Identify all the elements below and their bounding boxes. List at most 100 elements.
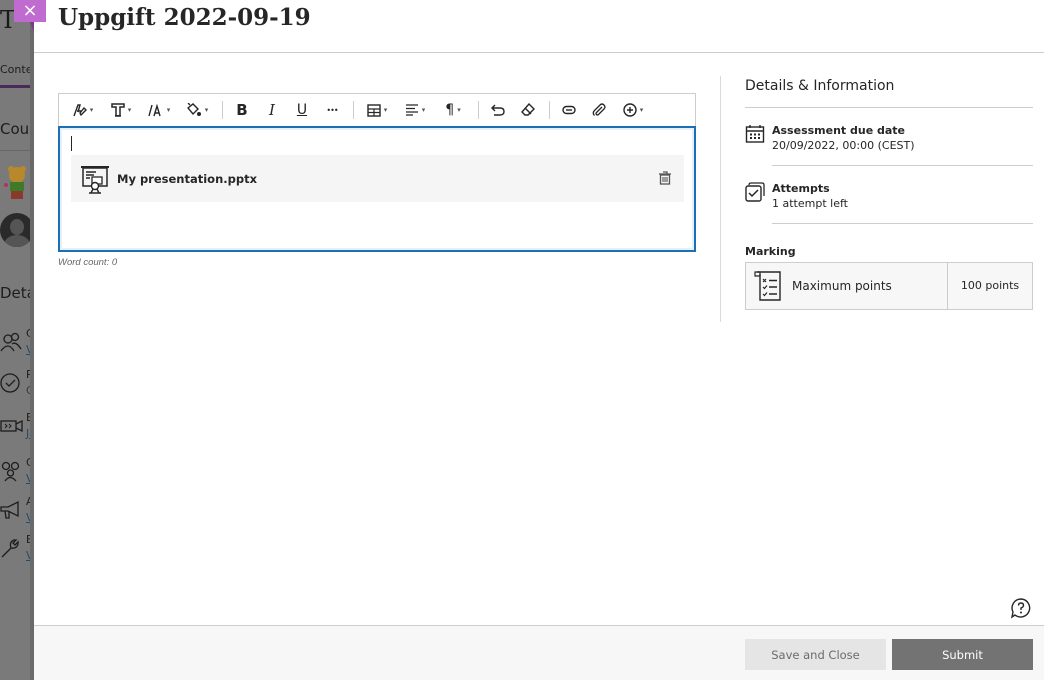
attempts-value: 1 attempt left	[772, 197, 848, 210]
marking-box: Maximum points 100 points	[745, 262, 1033, 310]
word-count: Word count: 0	[58, 257, 118, 268]
presentation-icon	[81, 165, 109, 194]
pilcrow-icon: ¶	[445, 102, 455, 118]
checklist-icon	[754, 271, 781, 301]
due-date-value: 20/09/2022, 00:00 (CEST)	[772, 139, 915, 152]
eraser-icon	[521, 103, 535, 116]
background-item-collaborate: B Jo	[0, 411, 34, 451]
align-icon	[405, 104, 418, 116]
chevron-down-icon: ▾	[639, 106, 644, 114]
paperclip-icon	[592, 103, 606, 116]
background-tab-content: Conten	[0, 63, 34, 76]
toolbar-separator	[353, 101, 354, 119]
due-date-label: Assessment due date	[772, 124, 906, 137]
details-sidebar: Details & Information Assessment due dat…	[745, 78, 1033, 310]
italic-icon: I	[269, 101, 275, 119]
attempts-label: Attempts	[772, 182, 830, 195]
insert-content-button[interactable]: ▾	[615, 98, 651, 122]
divider	[772, 223, 1033, 224]
insert-link-button[interactable]	[555, 98, 583, 122]
attempts-row: Attempts 1 attempt left	[745, 166, 1033, 224]
background-tab-underline	[0, 85, 34, 88]
paint-bucket-icon	[186, 103, 201, 116]
submit-button[interactable]: Submit	[892, 639, 1033, 670]
background-course-heading: Cour	[0, 120, 34, 138]
checkbox-stack-icon	[745, 182, 765, 202]
marking-label: Marking	[745, 245, 796, 258]
background-course-page: T Conten Cour Deta C V P O B Jo G V A V …	[0, 0, 34, 680]
chevron-down-icon: ▾	[89, 106, 94, 114]
wrench-icon	[1, 539, 19, 558]
attach-file-button[interactable]	[585, 98, 613, 122]
panel-footer: Save and Close Submit	[34, 625, 1044, 680]
text-format-button[interactable]: ▾	[103, 98, 139, 122]
font-size-icon	[148, 103, 161, 117]
editor-content-area[interactable]: My presentation.pptx	[58, 126, 696, 252]
panel-header: Uppgift 2022-09-19	[34, 0, 1044, 53]
calendar-icon	[745, 125, 765, 143]
save-and-close-button[interactable]: Save and Close	[745, 639, 886, 670]
assignment-panel: Uppgift 2022-09-19 ▾ ▾ ▾ ▾ B I U ••• ▾ ▾…	[34, 0, 1044, 680]
maximum-points-label: Maximum points	[792, 279, 892, 293]
chevron-down-icon: ▾	[421, 106, 426, 114]
table-icon	[367, 103, 381, 117]
chevron-down-icon: ▾	[457, 106, 461, 114]
close-icon: ×	[22, 0, 38, 21]
maximum-points-value: 100 points	[960, 279, 1020, 292]
close-button-fold	[30, 22, 34, 32]
video-camera-icon	[0, 419, 23, 433]
table-button[interactable]: ▾	[359, 98, 395, 122]
toolbar-separator	[549, 101, 550, 119]
megaphone-icon	[0, 500, 19, 519]
people-icon	[0, 332, 22, 352]
italic-button[interactable]: I	[258, 98, 286, 122]
plus-circle-icon	[623, 103, 637, 117]
editor-toolbar: ▾ ▾ ▾ ▾ B I U ••• ▾ ▾ ¶ ▾ ▾	[58, 93, 696, 126]
trash-icon[interactable]	[658, 171, 672, 185]
underline-button[interactable]: U	[288, 98, 316, 122]
undo-button[interactable]	[484, 98, 512, 122]
pen-style-icon	[73, 104, 87, 117]
background-item-progress: P O	[0, 368, 34, 408]
text-format-icon	[110, 103, 125, 117]
text-cursor	[71, 136, 72, 151]
chevron-down-icon: ▾	[204, 106, 209, 114]
column-divider	[720, 76, 721, 322]
align-button[interactable]: ▾	[397, 98, 433, 122]
background-item-announcements: A V	[0, 495, 34, 535]
more-button[interactable]: •••	[318, 98, 346, 122]
details-title: Details & Information	[745, 78, 1033, 108]
background-divider	[0, 150, 34, 151]
user-avatar-icon	[0, 213, 34, 247]
background-item-tools: B V	[0, 533, 34, 573]
text-color-button[interactable]: ▾	[179, 98, 215, 122]
background-details-heading: Deta	[0, 284, 34, 302]
link-icon	[562, 105, 576, 115]
instructor-avatar-icon	[4, 166, 26, 199]
undo-icon	[491, 104, 505, 116]
check-circle-icon	[0, 373, 20, 393]
attachment-item[interactable]: My presentation.pptx	[71, 155, 684, 202]
clear-format-button[interactable]	[514, 98, 542, 122]
attachment-file-name[interactable]: My presentation.pptx	[117, 172, 257, 186]
underline-icon: U	[296, 102, 308, 118]
toolbar-separator	[222, 101, 223, 119]
rich-text-editor: ▾ ▾ ▾ ▾ B I U ••• ▾ ▾ ¶ ▾ ▾ My presentat…	[58, 93, 696, 268]
more-icon: •••	[326, 105, 338, 115]
close-panel-button[interactable]: ×	[14, 0, 46, 22]
background-item-groups: G V	[0, 456, 34, 496]
bold-button[interactable]: B	[228, 98, 256, 122]
font-size-button[interactable]: ▾	[141, 98, 177, 122]
due-date-row: Assessment due date 20/09/2022, 00:00 (C…	[745, 108, 1033, 166]
background-item-people: C V	[0, 327, 34, 367]
chevron-down-icon: ▾	[166, 106, 171, 114]
help-bubble-icon[interactable]	[1010, 597, 1032, 619]
bold-icon: B	[236, 101, 248, 119]
chevron-down-icon: ▾	[127, 106, 132, 114]
chevron-down-icon: ▾	[383, 106, 388, 114]
toolbar-separator	[478, 101, 479, 119]
group-icon	[1, 461, 20, 482]
page-title: Uppgift 2022-09-19	[58, 4, 311, 31]
paragraph-button[interactable]: ¶ ▾	[435, 98, 471, 122]
paragraph-style-button[interactable]: ▾	[65, 98, 101, 122]
